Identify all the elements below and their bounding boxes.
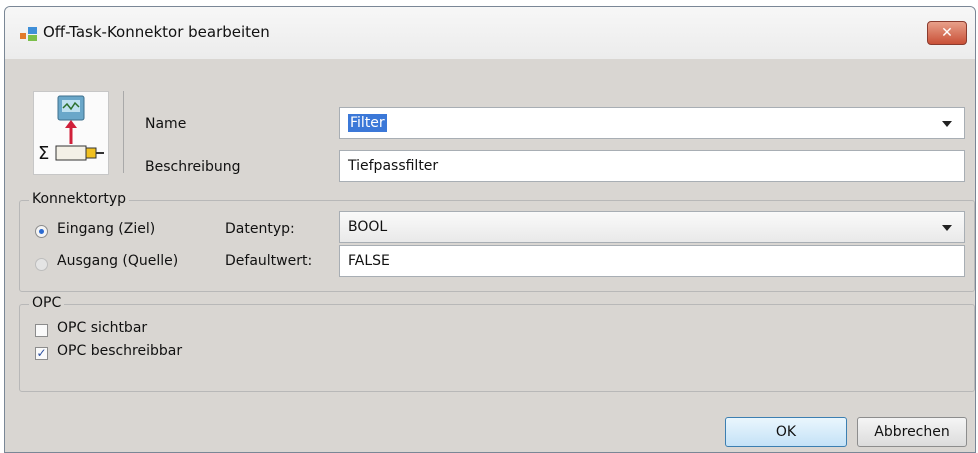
opc-writable-label[interactable]: OPC beschreibbar [57,343,182,359]
datatype-value: BOOL [348,219,388,235]
opc-writable-checkbox[interactable]: ✓ [35,347,48,360]
description-input[interactable]: Tiefpassfilter [339,150,965,182]
connector-window-icon [20,27,37,41]
output-radio[interactable] [35,258,48,271]
dialog-window: Off-Task-Konnektor bearbeiten ✕ Σ Name F… [4,6,976,453]
title-bar: Off-Task-Konnektor bearbeiten ✕ [5,7,975,59]
input-radio[interactable] [35,225,48,238]
ok-button[interactable]: OK [725,417,847,447]
chevron-down-icon[interactable] [942,225,952,231]
dialog-content: Σ Name Filter Beschreibung Tiefpassfilte… [5,59,975,452]
close-icon: ✕ [941,25,953,41]
description-label: Beschreibung [145,159,241,175]
svg-text:Σ: Σ [38,143,49,164]
opc-visible-checkbox[interactable] [35,324,48,337]
close-button[interactable]: ✕ [927,21,967,45]
off-task-connector-icon: Σ [33,91,109,175]
name-value: Filter [348,114,387,132]
datatype-select[interactable]: BOOL [339,211,965,243]
name-combobox[interactable]: Filter [339,107,965,139]
output-radio-label[interactable]: Ausgang (Quelle) [57,253,178,269]
default-value-label: Defaultwert: [225,253,313,269]
datatype-label: Datentyp: [225,221,295,237]
input-radio-label[interactable]: Eingang (Ziel) [57,221,155,237]
chevron-down-icon[interactable] [942,121,952,127]
opc-title: OPC [29,295,65,311]
default-value-input[interactable]: FALSE [339,245,965,277]
connector-type-title: Konnektortyp [29,191,129,207]
window-title: Off-Task-Konnektor bearbeiten [43,23,270,41]
opc-visible-label[interactable]: OPC sichtbar [57,320,147,336]
name-label: Name [145,116,187,132]
icon-separator [123,91,124,173]
cancel-button[interactable]: Abbrechen [857,417,967,447]
